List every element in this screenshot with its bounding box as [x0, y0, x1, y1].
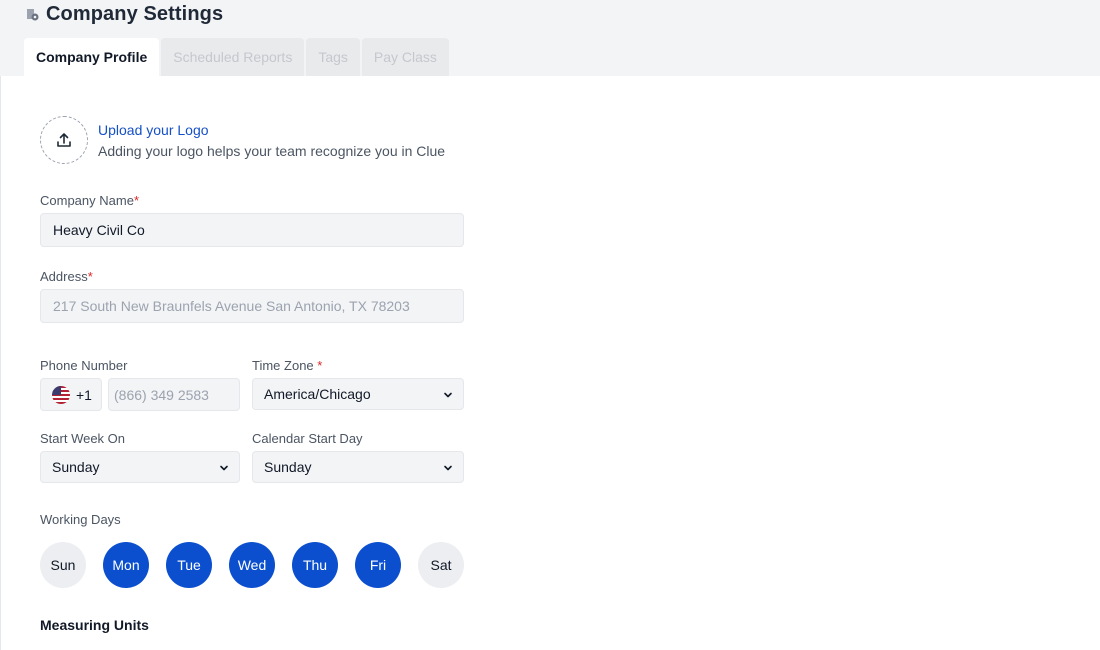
upload-logo-description: Adding your logo helps your team recogni… [98, 142, 446, 159]
day-toggle-wed[interactable]: Wed [229, 542, 275, 588]
upload-logo-link[interactable]: Upload your Logo [98, 121, 445, 139]
country-code: +1 [76, 386, 92, 403]
us-flag-icon [52, 385, 70, 404]
working-days-group: Sun Mon Tue Wed Thu Fri Sat [40, 542, 464, 588]
time-zone-label-text: Time Zone [252, 358, 314, 373]
required-mark: * [317, 358, 323, 373]
upload-logo-button[interactable] [40, 116, 88, 164]
time-zone-label: Time Zone * [252, 358, 322, 373]
measuring-units-heading: Measuring Units [40, 617, 149, 633]
phone-number-label: Phone Number [40, 358, 128, 373]
company-name-label-text: Company Name [40, 193, 134, 208]
day-toggle-sat[interactable]: Sat [418, 542, 464, 588]
day-toggle-fri[interactable]: Fri [355, 542, 401, 588]
calendar-start-day-value: Sunday [264, 459, 312, 475]
start-week-on-value: Sunday [52, 459, 100, 475]
settings-tabs: Company Profile Scheduled Reports Tags P… [24, 38, 449, 76]
chevron-down-icon [220, 465, 228, 471]
tab-company-profile[interactable]: Company Profile [24, 38, 160, 76]
content-divider [0, 76, 1, 650]
page-header: Company Settings Company Profile Schedul… [0, 0, 1100, 76]
chevron-down-icon [444, 392, 452, 398]
tab-scheduled-reports[interactable]: Scheduled Reports [161, 38, 305, 76]
time-zone-value: America/Chicago [264, 386, 371, 402]
address-input[interactable]: 217 South New Braunfels Avenue San Anton… [40, 289, 464, 323]
country-code-select[interactable]: +1 [40, 378, 102, 411]
day-toggle-mon[interactable]: Mon [103, 542, 149, 588]
logo-upload-section: Upload your Logo Adding your logo helps … [40, 116, 445, 164]
chevron-down-icon [444, 465, 452, 471]
required-mark: * [133, 193, 139, 208]
required-mark: * [87, 269, 93, 284]
day-toggle-thu[interactable]: Thu [292, 542, 338, 588]
upload-icon [57, 133, 71, 147]
address-label: Address* [40, 269, 93, 284]
page-title: Company Settings [46, 2, 224, 25]
calendar-start-day-label: Calendar Start Day [252, 431, 363, 446]
time-zone-select[interactable]: America/Chicago [252, 378, 464, 410]
start-week-on-label: Start Week On [40, 431, 126, 446]
logo-text: Upload your Logo Adding your logo helps … [98, 121, 445, 160]
start-week-on-select[interactable]: Sunday [40, 451, 240, 483]
company-name-label: Company Name* [40, 193, 139, 208]
working-days-label: Working Days [40, 512, 121, 527]
tab-pay-class[interactable]: Pay Class [361, 38, 449, 76]
calendar-start-day-select[interactable]: Sunday [252, 451, 464, 483]
title-row: Company Settings [24, 2, 223, 26]
tab-tags[interactable]: Tags [306, 38, 360, 76]
company-settings-icon [27, 9, 39, 21]
day-toggle-sun[interactable]: Sun [40, 542, 86, 588]
address-label-text: Address [40, 269, 88, 284]
company-name-input[interactable]: Heavy Civil Co [40, 213, 464, 247]
day-toggle-tue[interactable]: Tue [166, 542, 212, 588]
phone-number-input[interactable]: (866) 349 2583 [108, 378, 240, 411]
